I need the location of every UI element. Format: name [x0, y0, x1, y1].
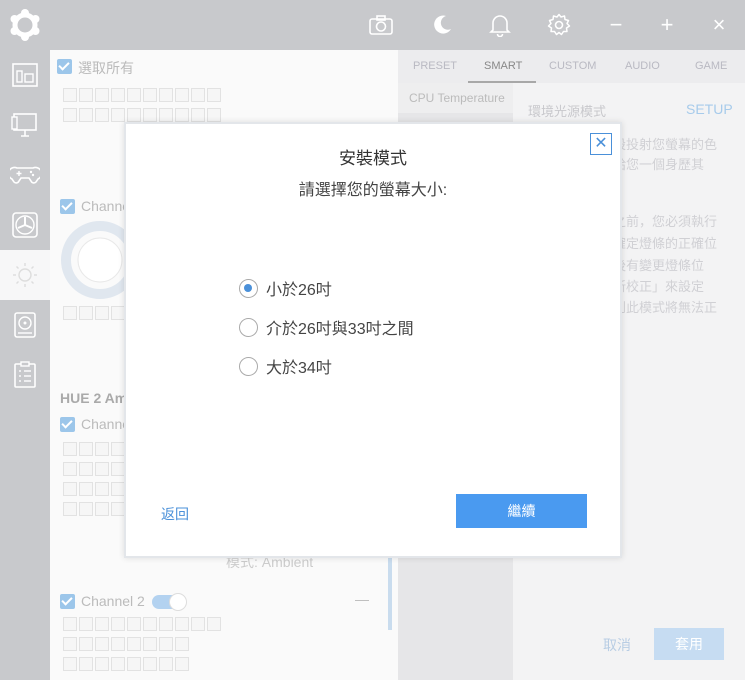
setup-mode-dialog: 安裝模式 請選擇您的螢幕大小: ✕ 小於26吋 介於26吋與33吋之間 大於34…	[124, 122, 622, 558]
option-label: 介於26吋與33吋之間	[266, 321, 414, 338]
radio-button[interactable]	[239, 356, 258, 376]
dialog-title: 安裝模式	[339, 149, 407, 168]
screen-size-option-small[interactable]: 小於26吋	[239, 276, 332, 300]
dialog-close-button[interactable]: ✕	[590, 133, 612, 155]
continue-button[interactable]: 繼續	[456, 494, 587, 528]
radio-button[interactable]	[239, 278, 258, 298]
option-label: 大於34吋	[266, 360, 332, 377]
back-link[interactable]: 返回	[161, 504, 189, 524]
screen-size-option-large[interactable]: 大於34吋	[239, 354, 332, 378]
option-label: 小於26吋	[266, 282, 332, 299]
radio-button[interactable]	[239, 317, 258, 337]
screen-size-option-medium[interactable]: 介於26吋與33吋之間	[239, 315, 414, 339]
dialog-subtitle: 請選擇您的螢幕大小:	[298, 182, 448, 199]
